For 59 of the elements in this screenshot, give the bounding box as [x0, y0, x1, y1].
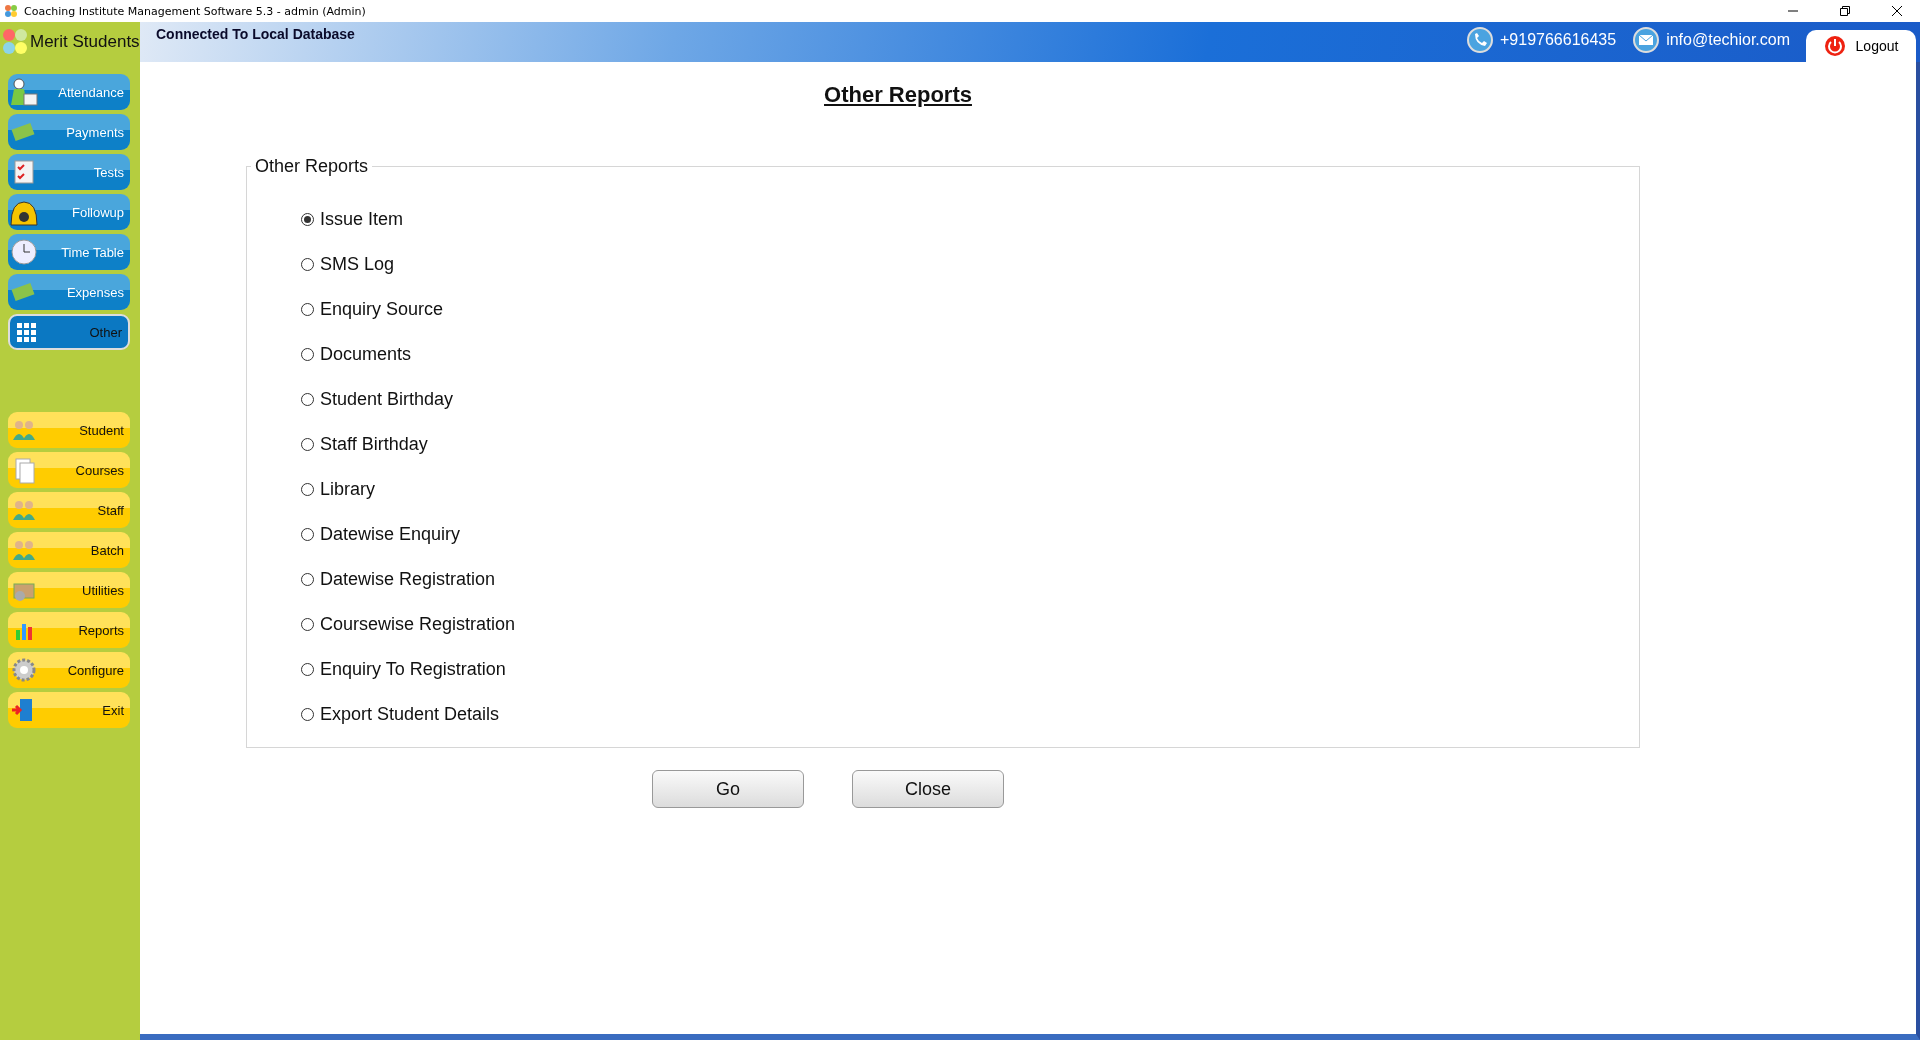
- radio-button[interactable]: [301, 707, 314, 721]
- radio-button[interactable]: [301, 482, 314, 496]
- connection-status: Connected To Local Database: [156, 26, 356, 42]
- report-option[interactable]: Staff Birthday: [301, 430, 428, 458]
- report-option[interactable]: Datewise Registration: [301, 565, 496, 593]
- power-icon: [1823, 35, 1846, 57]
- sidebar-item[interactable]: Batch: [8, 532, 130, 568]
- radio-button[interactable]: [301, 257, 314, 271]
- report-option[interactable]: Documents: [301, 340, 412, 368]
- sidebar-item[interactable]: Utilities: [8, 572, 130, 608]
- logout-button[interactable]: Logout: [1806, 30, 1916, 62]
- report-option[interactable]: Student Birthday: [301, 385, 454, 413]
- envelope-icon: [1632, 26, 1661, 54]
- close-icon: [1892, 6, 1902, 16]
- sidebar-item[interactable]: Tests: [8, 154, 130, 190]
- sidebar-item[interactable]: Payments: [8, 114, 130, 150]
- sidebar-item[interactable]: Expenses: [8, 274, 130, 310]
- report-option[interactable]: Enquiry Source: [301, 295, 444, 323]
- radio-button[interactable]: [301, 302, 314, 316]
- radio-button[interactable]: [301, 662, 314, 676]
- sidebar-item[interactable]: Staff: [8, 492, 130, 528]
- report-option[interactable]: Enquiry To Registration: [301, 655, 506, 683]
- sidebar-item[interactable]: Time Table: [8, 234, 130, 270]
- sidebar-item[interactable]: Exit: [8, 692, 130, 728]
- radio-button[interactable]: [301, 617, 314, 631]
- report-option[interactable]: Library: [301, 475, 376, 503]
- sidebar-item[interactable]: Reports: [8, 612, 130, 648]
- sidebar-item[interactable]: Other: [8, 314, 130, 350]
- sidebar-item[interactable]: Courses: [8, 452, 130, 488]
- email-address: info@techior.com: [1666, 31, 1790, 49]
- restore-icon: [1840, 6, 1850, 16]
- report-option[interactable]: Export Student Details: [301, 700, 500, 728]
- sidebar-item[interactable]: Followup: [8, 194, 130, 230]
- radio-button[interactable]: [301, 527, 314, 541]
- app-logo-icon: [4, 4, 18, 18]
- report-option[interactable]: Issue Item: [301, 205, 404, 233]
- radio-button[interactable]: [301, 437, 314, 451]
- sidebar-item[interactable]: Attendance: [8, 74, 130, 110]
- person-icon: [10, 78, 38, 106]
- radio-button[interactable]: [301, 347, 314, 361]
- sidebar-item[interactable]: Configure: [8, 652, 130, 688]
- gear-icon: [10, 656, 38, 684]
- page-title: Other Reports: [824, 82, 972, 108]
- radio-button[interactable]: [301, 572, 314, 586]
- report-option[interactable]: Datewise Enquiry: [301, 520, 461, 548]
- window-title: Coaching Institute Management Software 5.3 - admin (Admin): [24, 4, 367, 18]
- clock-icon: [10, 238, 38, 266]
- report-option[interactable]: Coursewise Registration: [301, 610, 516, 638]
- report-option[interactable]: SMS Log: [301, 250, 395, 278]
- group-label: Other Reports: [254, 156, 370, 177]
- go-button[interactable]: Go: [652, 770, 804, 808]
- close-form-button[interactable]: Close: [852, 770, 1004, 808]
- radio-button[interactable]: [301, 212, 314, 226]
- sidebar-item[interactable]: Student: [8, 412, 130, 448]
- minimize-icon: [1788, 10, 1798, 12]
- brand-logo-icon: [2, 27, 28, 57]
- phone-number: +919766616435: [1500, 31, 1617, 49]
- brand-name: Merit Students: [30, 32, 140, 52]
- radio-button[interactable]: [301, 392, 314, 406]
